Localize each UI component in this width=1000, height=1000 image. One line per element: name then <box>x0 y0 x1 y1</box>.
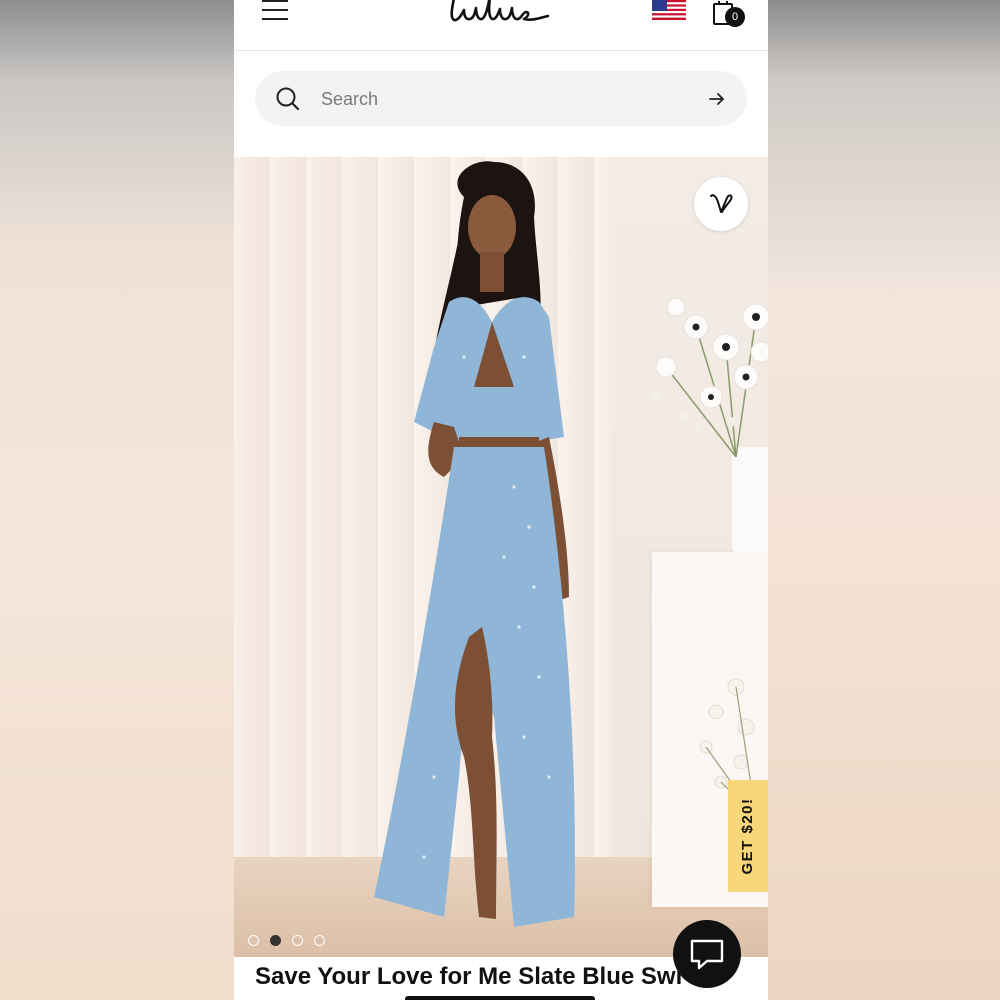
heart-logo-icon <box>710 194 733 213</box>
product-title: Save Your Love for Me Slate Blue Swi <box>255 963 683 990</box>
product-title-line2 <box>255 994 655 1000</box>
mobile-page: 0 Search GET $20! Save Your Love for Me … <box>234 0 768 1000</box>
lulus-logo[interactable] <box>448 0 552 34</box>
background-blur-right <box>768 0 1000 1000</box>
flowers-decoration <box>652 297 768 457</box>
vase <box>732 447 768 552</box>
carousel-dots <box>248 932 336 947</box>
us-flag-icon[interactable] <box>652 0 686 20</box>
redacted-bar <box>405 996 595 1000</box>
chat-bubble-icon <box>690 939 724 970</box>
chat-button[interactable] <box>673 920 741 988</box>
product-image[interactable]: GET $20! <box>234 157 768 957</box>
model-figure <box>374 161 575 927</box>
promo-tab-label: GET $20! <box>739 797 756 875</box>
background-blur-left <box>0 0 234 1000</box>
arrow-right-icon[interactable] <box>707 89 727 109</box>
search-icon <box>276 87 300 111</box>
hamburger-menu-icon[interactable] <box>262 0 288 22</box>
promo-tab[interactable]: GET $20! <box>728 780 768 892</box>
cart-count-badge[interactable]: 0 <box>725 7 745 27</box>
search-bar[interactable] <box>255 71 747 126</box>
search-input[interactable] <box>319 83 683 115</box>
wishlist-button[interactable] <box>694 177 748 231</box>
site-header: 0 <box>234 0 768 51</box>
